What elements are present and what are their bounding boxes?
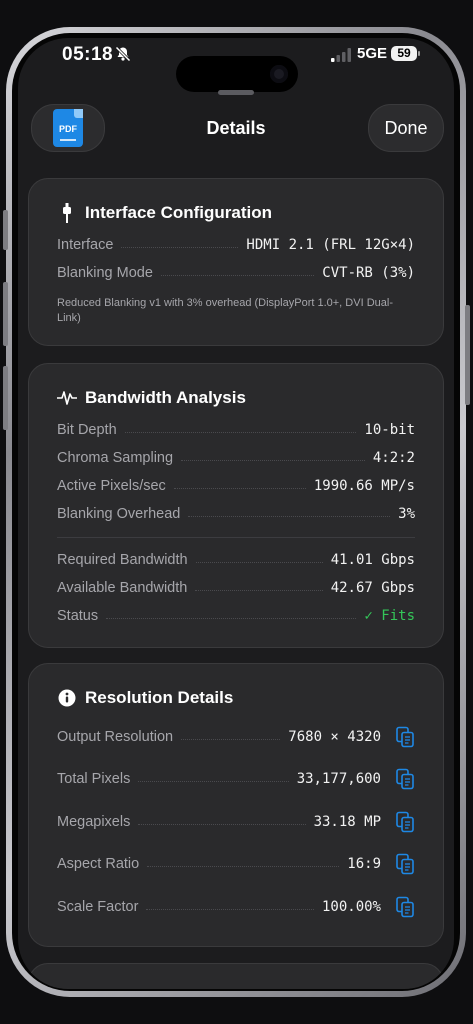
section-divider [57, 537, 415, 538]
chroma-sampling-row: Chroma Sampling 4:2:2 [57, 447, 415, 469]
network-type: 5GE [357, 45, 388, 62]
status-bar: 05:18 5GE 59 [18, 38, 454, 92]
copy-icon[interactable] [395, 726, 415, 748]
row-label: Output Resolution [57, 729, 174, 745]
leader-dots [181, 738, 281, 740]
row-label: Available Bandwidth [57, 580, 188, 596]
row-label: Interface [57, 237, 114, 253]
pdf-icon-line [60, 139, 76, 141]
row-label: Blanking Mode [57, 265, 153, 281]
active-pixels-row: Active Pixels/sec 1990.66 MP/s [57, 475, 415, 497]
info-icon [57, 688, 77, 708]
bit-depth-row: Bit Depth 10-bit [57, 419, 415, 441]
next-card [28, 963, 444, 989]
leader-dots [188, 515, 391, 517]
interface-configuration-card: Interface Configuration Interface HDMI 2… [28, 178, 444, 346]
volume-up-button [3, 282, 8, 346]
row-value: 42.67 Gbps [330, 580, 415, 596]
row-label: Blanking Overhead [57, 506, 181, 522]
row-value: 1990.66 MP/s [313, 478, 415, 494]
row-value: 3% [398, 506, 415, 522]
leader-dots [138, 780, 289, 782]
row-value: HDMI 2.1 (FRL 12G×4) [246, 237, 415, 253]
volume-down-button [3, 366, 8, 430]
row-label: Chroma Sampling [57, 450, 174, 466]
copy-icon[interactable] [395, 768, 415, 790]
card-title-text: Interface Configuration [85, 203, 273, 222]
leader-dots [147, 865, 340, 867]
leader-dots [146, 908, 314, 910]
row-value: CVT-RB (3%) [322, 265, 415, 281]
row-label: Total Pixels [57, 771, 131, 787]
row-value: 4:2:2 [372, 450, 415, 466]
row-label: Aspect Ratio [57, 856, 140, 872]
waveform-icon [57, 388, 77, 408]
row-label: Status [57, 608, 99, 624]
row-label: Megapixels [57, 814, 131, 830]
copy-icon[interactable] [395, 896, 415, 918]
total-pixels-row: Total Pixels 33,177,600 [57, 768, 415, 790]
row-value: 100.00% [321, 899, 381, 915]
dynamic-island [176, 56, 298, 92]
silent-bell-icon [115, 46, 131, 62]
copy-icon[interactable] [395, 811, 415, 833]
leader-dots [195, 561, 323, 563]
bandwidth-analysis-card: Bandwidth Analysis Bit Depth 10-bit Chro… [28, 363, 444, 648]
leader-dots [160, 274, 315, 276]
blanking-note: Reduced Blanking v1 with 3% overhead (Di… [57, 297, 393, 324]
leader-dots [138, 823, 306, 825]
resolution-details-card: Resolution Details Output Resolution 768… [28, 663, 444, 947]
action-button [3, 210, 8, 250]
status-time: 05:18 [62, 44, 114, 65]
leader-dots [106, 617, 357, 619]
cellular-signal-icon [331, 48, 351, 62]
copy-icon[interactable] [395, 853, 415, 875]
row-label: Bit Depth [57, 422, 117, 438]
required-bandwidth-row: Required Bandwidth 41.01 Gbps [57, 549, 415, 571]
megapixels-row: Megapixels 33.18 MP [57, 811, 415, 833]
power-button [465, 305, 470, 405]
card-title-bandwidth: Bandwidth Analysis [57, 388, 246, 408]
status-row: Status ✓ Fits [57, 605, 415, 627]
row-label: Required Bandwidth [57, 552, 188, 568]
battery-icon: 59 [391, 46, 420, 61]
cable-icon [57, 203, 77, 223]
screen: 05:18 5GE 59 PDF Details Done Interface … [18, 38, 454, 989]
leader-dots [181, 459, 365, 461]
row-label: Active Pixels/sec [57, 478, 166, 494]
blanking-overhead-row: Blanking Overhead 3% [57, 503, 415, 525]
row-value: 10-bit [364, 422, 415, 438]
blanking-mode-row: Blanking Mode CVT-RB (3%) [57, 262, 415, 284]
row-value: 41.01 Gbps [330, 552, 415, 568]
sheet-grabber[interactable] [218, 90, 254, 95]
available-bandwidth-row: Available Bandwidth 42.67 Gbps [57, 577, 415, 599]
row-label: Scale Factor [57, 899, 139, 915]
leader-dots [124, 431, 357, 433]
row-value: 33.18 MP [313, 814, 381, 830]
card-title-text: Bandwidth Analysis [85, 388, 246, 407]
interface-row: Interface HDMI 2.1 (FRL 12G×4) [57, 234, 415, 256]
card-title-text: Resolution Details [85, 688, 234, 707]
scale-factor-row: Scale Factor 100.00% [57, 896, 415, 918]
row-value: 33,177,600 [296, 771, 381, 787]
card-title-interface: Interface Configuration [57, 203, 272, 223]
card-title-resolution: Resolution Details [57, 688, 233, 708]
row-value: 16:9 [347, 856, 381, 872]
output-resolution-row: Output Resolution 7680 × 4320 [57, 726, 415, 748]
camera-icon [270, 65, 288, 83]
leader-dots [173, 487, 306, 489]
status-badge: ✓ Fits [364, 608, 415, 624]
leader-dots [121, 246, 239, 248]
leader-dots [195, 589, 323, 591]
row-value: 7680 × 4320 [288, 729, 381, 745]
done-button[interactable]: Done [368, 104, 444, 152]
aspect-ratio-row: Aspect Ratio 16:9 [57, 853, 415, 875]
